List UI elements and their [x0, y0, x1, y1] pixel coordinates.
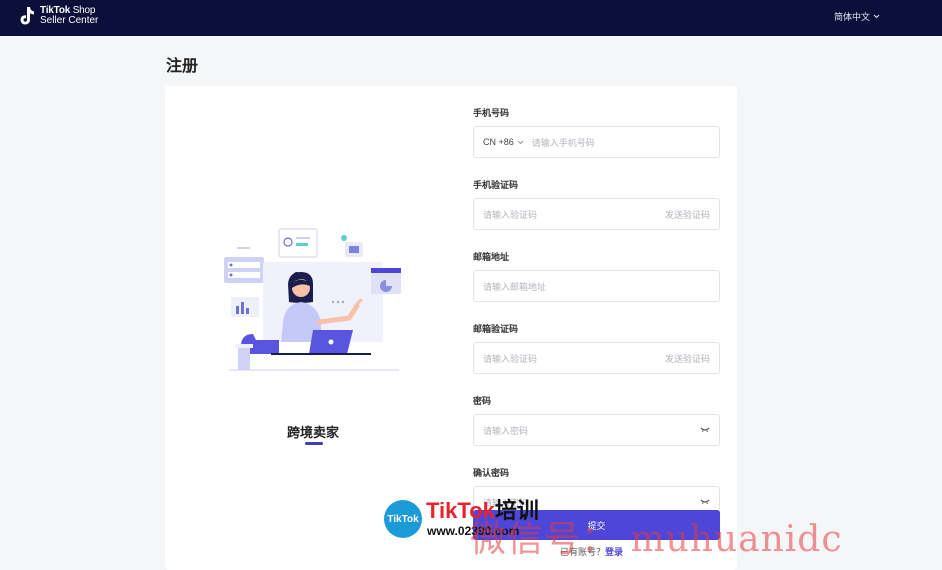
logo-subtitle: Seller Center: [40, 15, 99, 26]
phone-code-placeholder: 请输入验证码: [483, 209, 538, 220]
phone-code-input[interactable]: 请输入验证码 发送验证码: [473, 198, 720, 230]
register-form: 手机号码 CN +86 请输入手机号码 手机验证码 请输入验证码 发送验证码 邮…: [473, 106, 720, 538]
watermark-wechat: 微信号： muhuanidc: [470, 519, 843, 560]
country-code-select[interactable]: CN +86: [483, 137, 524, 147]
page-title: 注册: [166, 58, 199, 75]
language-label: 简体中文: [833, 12, 870, 22]
send-phone-code-button[interactable]: 发送验证码: [665, 208, 710, 221]
send-email-code-button[interactable]: 发送验证码: [665, 352, 710, 365]
phone-placeholder: 请输入手机号码: [531, 137, 595, 148]
watermark-badge: TikTok: [384, 500, 422, 538]
email-label: 邮箱地址: [473, 252, 510, 262]
eye-closed-icon[interactable]: [700, 499, 710, 505]
password-input[interactable]: 请输入密码: [473, 414, 720, 446]
seller-illustration: [224, 228, 401, 371]
email-input[interactable]: 请输入邮箱地址: [473, 270, 720, 302]
chevron-down-icon: [517, 140, 524, 144]
password-label: 密码: [473, 396, 492, 406]
role-active-underline: [305, 442, 323, 445]
top-nav-bar: TikTok Shop Seller Center 简体中文: [0, 0, 942, 36]
phone-input[interactable]: CN +86 请输入手机号码: [473, 126, 720, 158]
tiktok-shop-logo[interactable]: TikTok Shop Seller Center: [18, 5, 98, 27]
language-selector[interactable]: 简体中文: [834, 10, 880, 23]
phone-label: 手机号码: [473, 108, 510, 118]
phone-code-label: 手机验证码: [473, 180, 519, 190]
email-placeholder: 请输入邮箱地址: [483, 281, 547, 292]
email-code-placeholder: 请输入验证码: [483, 353, 538, 364]
country-code-value: CN +86: [483, 137, 514, 147]
email-code-label: 邮箱验证码: [473, 324, 519, 334]
tiktok-note-icon: [18, 5, 36, 27]
chevron-down-icon: [873, 14, 880, 19]
role-label[interactable]: 跨境卖家: [277, 422, 349, 441]
password-placeholder: 请输入密码: [483, 425, 529, 436]
email-code-input[interactable]: 请输入验证码 发送验证码: [473, 342, 720, 374]
confirm-password-label: 确认密码: [473, 468, 510, 478]
eye-closed-icon[interactable]: [700, 427, 710, 433]
